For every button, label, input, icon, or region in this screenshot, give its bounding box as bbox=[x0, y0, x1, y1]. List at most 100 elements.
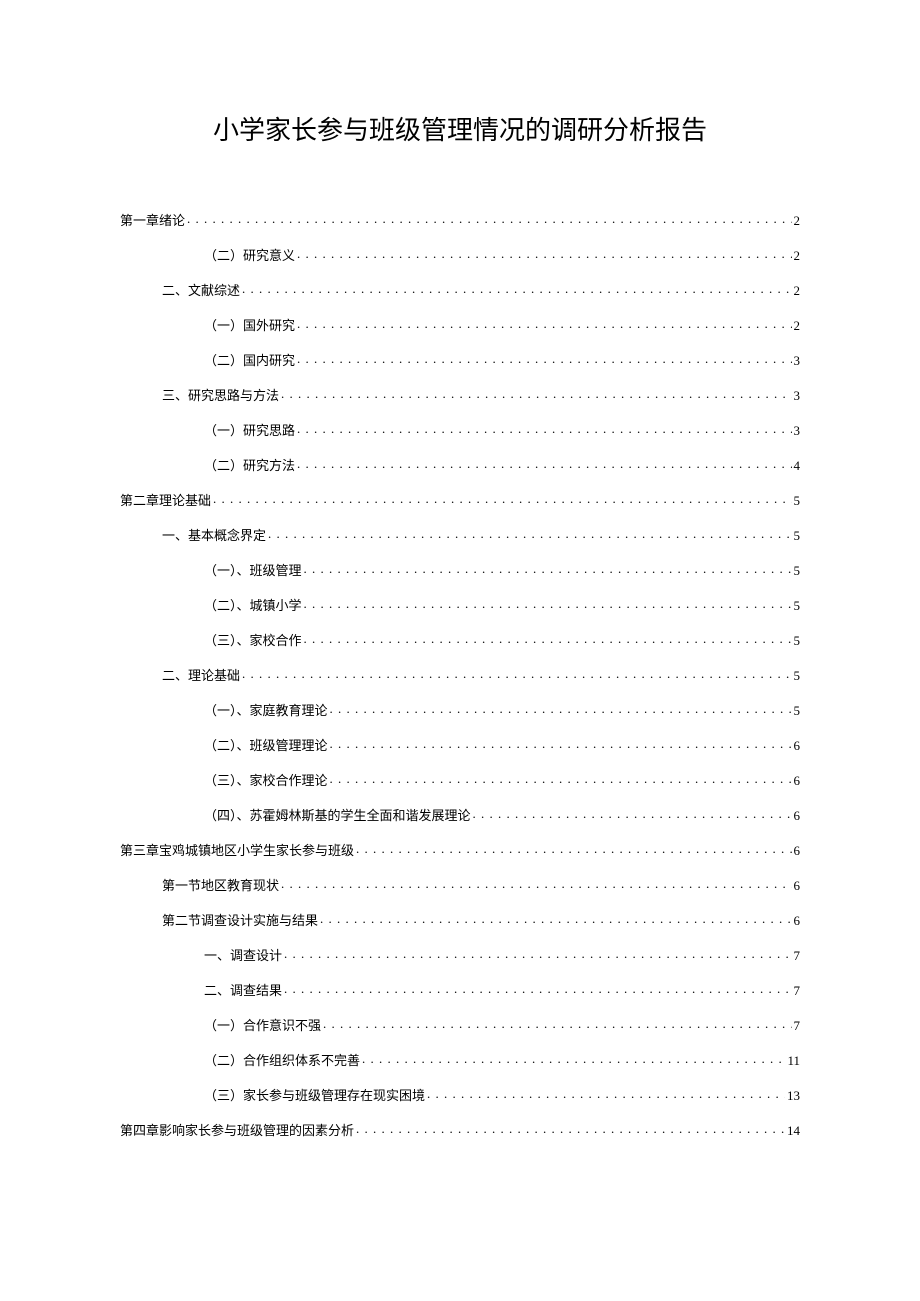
toc-entry: （一）研究思路 3 bbox=[120, 422, 800, 437]
toc-entry-label: （一）合作意识不强 bbox=[204, 1019, 321, 1032]
toc-leader-dots bbox=[297, 422, 791, 435]
toc-entry-label: （一）研究思路 bbox=[204, 424, 295, 437]
toc-entry-page: 11 bbox=[787, 1054, 800, 1067]
toc-leader-dots bbox=[297, 352, 791, 365]
toc-entry-page: 5 bbox=[794, 704, 801, 717]
toc-entry-label: （二）、城镇小学 bbox=[204, 599, 302, 612]
toc-entry-label: （一）、班级管理 bbox=[204, 564, 302, 577]
toc-leader-dots bbox=[297, 247, 791, 260]
toc-entry: 第二章理论基础 5 bbox=[120, 492, 800, 507]
toc-entry: （二）、城镇小学 5 bbox=[120, 597, 800, 612]
toc-entry-label: 三、研究思路与方法 bbox=[162, 389, 279, 402]
toc-entry-page: 7 bbox=[794, 1019, 801, 1032]
toc-entry-page: 2 bbox=[794, 214, 801, 227]
toc-entry-page: 6 bbox=[794, 739, 801, 752]
toc-entry: （二）研究方法 4 bbox=[120, 457, 800, 472]
toc-entry-label: 一、调查设计 bbox=[204, 949, 282, 962]
toc-entry-label: 第四章影响家长参与班级管理的因素分析 bbox=[120, 1124, 354, 1137]
toc-entry-label: （一）、家庭教育理论 bbox=[204, 704, 328, 717]
toc-entry: （二）国内研究 3 bbox=[120, 352, 800, 367]
toc-leader-dots bbox=[304, 562, 792, 575]
toc-entry-label: 第一章绪论 bbox=[120, 214, 185, 227]
toc-leader-dots bbox=[187, 212, 791, 225]
toc-leader-dots bbox=[330, 737, 792, 750]
toc-entry-label: （二）国内研究 bbox=[204, 354, 295, 367]
table-of-contents: 第一章绪论2（二）研究意义2二、文献综述2（一）国外研究2（二）国内研究3三、研… bbox=[120, 212, 800, 1137]
toc-entry-page: 6 bbox=[794, 914, 801, 927]
toc-leader-dots bbox=[330, 772, 792, 785]
toc-entry: （四）、苏霍姆林斯基的学生全面和谐发展理论 6 bbox=[120, 807, 800, 822]
toc-entry: （三）家长参与班级管理存在现实困境 13 bbox=[120, 1087, 800, 1102]
document-title: 小学家长参与班级管理情况的调研分析报告 bbox=[120, 110, 800, 147]
toc-leader-dots bbox=[427, 1087, 785, 1100]
toc-leader-dots bbox=[268, 527, 791, 540]
toc-entry-label: 第二章理论基础 bbox=[120, 494, 211, 507]
toc-entry-page: 6 bbox=[794, 879, 801, 892]
toc-entry: 第四章影响家长参与班级管理的因素分析14 bbox=[120, 1122, 800, 1137]
toc-entry-page: 2 bbox=[794, 319, 801, 332]
toc-entry-page: 3 bbox=[794, 354, 801, 367]
toc-leader-dots bbox=[320, 912, 791, 925]
toc-entry-page: 5 bbox=[794, 494, 801, 507]
toc-entry: 三、研究思路与方法3 bbox=[120, 387, 800, 402]
toc-entry-page: 7 bbox=[794, 949, 801, 962]
toc-entry-label: 第一节地区教育现状 bbox=[162, 879, 279, 892]
toc-entry-page: 4 bbox=[794, 459, 801, 472]
toc-entry-page: 5 bbox=[794, 529, 801, 542]
toc-entry: （一）、班级管理 5 bbox=[120, 562, 800, 577]
toc-entry-label: （二）合作组织体系不完善 bbox=[204, 1054, 360, 1067]
toc-entry: 二、文献综述 2 bbox=[120, 282, 800, 297]
toc-entry-page: 6 bbox=[794, 809, 801, 822]
toc-entry: 第二节调查设计实施与结果 6 bbox=[120, 912, 800, 927]
toc-entry-page: 3 bbox=[794, 424, 801, 437]
toc-entry-label: 二、文献综述 bbox=[162, 284, 240, 297]
toc-leader-dots bbox=[362, 1052, 785, 1065]
toc-entry-page: 5 bbox=[794, 599, 801, 612]
toc-entry-label: （三）、家校合作理论 bbox=[204, 774, 328, 787]
toc-entry: 第一节地区教育现状 6 bbox=[120, 877, 800, 892]
toc-entry-label: （三）家长参与班级管理存在现实困境 bbox=[204, 1089, 425, 1102]
document-page: 小学家长参与班级管理情况的调研分析报告 第一章绪论2（二）研究意义2二、文献综述… bbox=[0, 0, 920, 1301]
toc-entry-label: 第三章宝鸡城镇地区小学生家长参与班级 bbox=[120, 844, 354, 857]
toc-entry-label: 二、理论基础 bbox=[162, 669, 240, 682]
toc-leader-dots bbox=[284, 982, 791, 995]
toc-entry-label: （二）研究方法 bbox=[204, 459, 295, 472]
toc-entry-page: 13 bbox=[787, 1089, 800, 1102]
toc-entry-label: 二、调查结果 bbox=[204, 984, 282, 997]
toc-entry-page: 5 bbox=[794, 564, 801, 577]
toc-entry: （三）、家校合作5 bbox=[120, 632, 800, 647]
toc-leader-dots bbox=[284, 947, 791, 960]
toc-entry: （二）合作组织体系不完善 11 bbox=[120, 1052, 800, 1067]
toc-entry-label: （四）、苏霍姆林斯基的学生全面和谐发展理论 bbox=[204, 809, 471, 822]
toc-entry: （三）、家校合作理论 6 bbox=[120, 772, 800, 787]
toc-entry: （一）、家庭教育理论 5 bbox=[120, 702, 800, 717]
toc-entry: 二、理论基础 5 bbox=[120, 667, 800, 682]
toc-leader-dots bbox=[242, 282, 791, 295]
toc-entry: 一、基本概念界定 5 bbox=[120, 527, 800, 542]
toc-leader-dots bbox=[304, 597, 792, 610]
toc-entry-label: 一、基本概念界定 bbox=[162, 529, 266, 542]
toc-entry-page: 6 bbox=[794, 844, 801, 857]
toc-leader-dots bbox=[323, 1017, 791, 1030]
toc-entry: （二）、班级管理理论 6 bbox=[120, 737, 800, 752]
toc-leader-dots bbox=[213, 492, 791, 505]
toc-entry-page: 6 bbox=[794, 774, 801, 787]
toc-leader-dots bbox=[473, 807, 792, 820]
toc-entry: 一、调查设计 7 bbox=[120, 947, 800, 962]
toc-leader-dots bbox=[281, 877, 791, 890]
toc-entry-label: （二）研究意义 bbox=[204, 249, 295, 262]
toc-entry-page: 7 bbox=[794, 984, 801, 997]
toc-entry-page: 5 bbox=[794, 669, 801, 682]
toc-leader-dots bbox=[356, 842, 791, 855]
toc-entry-label: 第二节调查设计实施与结果 bbox=[162, 914, 318, 927]
toc-entry: （二）研究意义2 bbox=[120, 247, 800, 262]
toc-entry: 第三章宝鸡城镇地区小学生家长参与班级 6 bbox=[120, 842, 800, 857]
toc-leader-dots bbox=[304, 632, 792, 645]
toc-entry: 第一章绪论 2 bbox=[120, 212, 800, 227]
toc-leader-dots bbox=[242, 667, 791, 680]
toc-entry-label: （二）、班级管理理论 bbox=[204, 739, 328, 752]
toc-entry-page: 2 bbox=[794, 284, 801, 297]
toc-leader-dots bbox=[330, 702, 792, 715]
toc-leader-dots bbox=[281, 387, 791, 400]
toc-leader-dots bbox=[356, 1122, 785, 1135]
